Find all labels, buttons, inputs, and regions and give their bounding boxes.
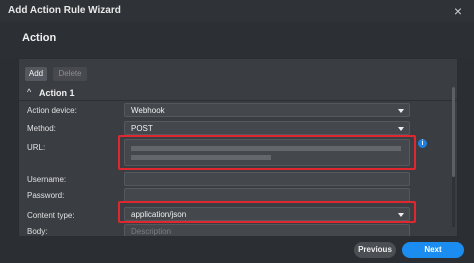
info-icon[interactable]: i [418,139,427,148]
action-title: Action 1 [39,88,75,98]
close-icon[interactable]: × [450,3,466,19]
action-collapse-header[interactable]: ^ Action 1 [19,86,457,101]
method-select[interactable]: POST [124,121,410,135]
action-device-value: Webhook [131,106,165,115]
next-button[interactable]: Next [402,242,464,258]
add-button[interactable]: Add [25,67,47,81]
window-title: Add Action Rule Wizard [8,5,121,16]
content-type-highlight-box [118,201,416,223]
body-placeholder: Description [131,227,172,236]
previous-button[interactable]: Previous [354,242,396,258]
method-label: Method: [27,124,56,133]
action-device-label: Action device: [27,106,77,115]
body-label: Body: [27,227,48,236]
step-title: Action [22,32,57,44]
method-value: POST [131,124,153,133]
scrollbar-track[interactable] [452,87,455,227]
content-type-label: Content type: [27,211,75,220]
chevron-down-icon [398,127,404,131]
scrollbar-thumb[interactable] [452,87,455,177]
action-panel: Add Delete ^ Action 1 Action device: Web… [18,58,458,237]
password-label: Password: [27,191,65,200]
body-textarea[interactable]: Description [124,224,410,236]
url-label: URL: [27,143,46,152]
wizard-step-header: Action [0,22,474,58]
delete-button[interactable]: Delete [53,67,87,81]
url-highlight-box [118,135,416,170]
window-titlebar: Add Action Rule Wizard × [0,0,474,23]
username-input[interactable] [124,172,410,186]
action-device-select[interactable]: Webhook [124,103,410,117]
password-input[interactable] [124,188,410,202]
username-label: Username: [27,175,67,184]
chevron-up-icon: ^ [27,87,32,97]
chevron-down-icon [398,109,404,113]
